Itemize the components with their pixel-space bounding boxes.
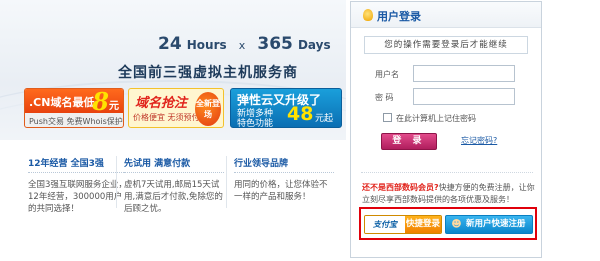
new-user-register-button[interactable]: ☻ 新用户快速注册 — [445, 215, 533, 234]
feature-text: 虚机7天试用,邮局15天试用,满意后才付款,免除您的后顾之忧。 — [124, 180, 223, 214]
quick-login-label: 快捷登录 — [405, 216, 441, 233]
section-divider — [361, 172, 533, 173]
hours-number: 24 — [158, 34, 182, 54]
feature-divider — [116, 156, 117, 208]
new-user-label: 新用户快速注册 — [466, 219, 526, 229]
feature-title: 先试用 满意付款 — [124, 156, 224, 173]
cn-promo-header: .CN域名最低 8 元 — [25, 88, 123, 116]
alipay-quick-login-button[interactable]: 支付宝 快捷登录 — [364, 215, 442, 234]
feature-title: 行业领导品牌 — [234, 156, 334, 173]
feature-trial: 先试用 满意付款 虚机7天试用,邮局15天试用,满意后才付款,免除您的后顾之忧。 — [124, 156, 224, 215]
backorder-title: 域名抢注 — [135, 96, 188, 111]
backorder-subtitle: 价格便宜 无须预付 — [133, 113, 200, 122]
domain-backorder-promo[interactable]: 域名抢注 价格便宜 无须预付 全新登场 — [128, 88, 224, 128]
days-number: 365 — [257, 34, 293, 54]
login-panel: 用户登录 您的操作需要登录后才能继续 用户名 密 码 在此计算机上记住密码 登 … — [350, 1, 542, 258]
feature-brand: 行业领导品牌 用同的价格，让您体验不一样的产品和服务！ — [234, 156, 334, 203]
feature-title: 12年经营 全国3强 — [28, 156, 128, 173]
login-title: 用户登录 — [377, 10, 421, 23]
password-label: 密 码 — [375, 93, 394, 102]
feature-divider — [226, 156, 227, 208]
cloud-upgrade-promo[interactable]: 弹性云又升级了 新增多种 特色功能 48 元起 — [230, 88, 342, 128]
cn-promo-title: .CN域名最低 — [29, 96, 95, 109]
login-header: 用户登录 — [351, 2, 541, 28]
username-label: 用户名 — [375, 70, 399, 79]
lightbulb-icon — [363, 9, 373, 21]
register-prompt: 还不是西部数码会员?快捷方便的免费注册，让你立刻尽享西部数码提供的各项优惠及服务… — [362, 182, 538, 206]
hours-word: Hours — [186, 38, 227, 52]
remember-label: 在此计算机上记住密码 — [396, 114, 476, 123]
uptime-slogan: 24 Hours x 365 Days — [158, 34, 346, 54]
cloud-promo-line2: 特色功能 — [237, 119, 274, 128]
main-slogan: 全国前三强虚拟主机服务商 — [118, 65, 298, 81]
forgot-password-link[interactable]: 忘记密码? — [461, 135, 497, 146]
cn-promo-price: 8 — [92, 88, 109, 116]
login-required-notice: 您的操作需要登录后才能继续 — [364, 36, 528, 54]
new-badge: 全新登场 — [195, 92, 221, 126]
login-button[interactable]: 登 录 — [381, 133, 437, 150]
quick-actions-box: 支付宝 快捷登录 ☻ 新用户快速注册 — [359, 207, 537, 240]
feature-experience: 12年经营 全国3强 全国3强互联网服务企业，12年经营，300000用户的共同… — [28, 156, 128, 215]
remember-password[interactable]: 在此计算机上记住密码 — [383, 113, 476, 124]
cloud-promo-price: 48 — [287, 103, 314, 125]
promo-banner: 24 Hours x 365 Days 全国前三强虚拟主机服务商 .CN域名最低… — [0, 0, 346, 140]
register-highlight[interactable]: 还不是西部数码会员? — [362, 183, 439, 192]
feature-text: 全国3强互联网服务企业，12年经营，300000用户的共同选择！ — [28, 180, 127, 214]
password-input[interactable] — [413, 88, 515, 105]
cloud-promo-unit: 元起 — [315, 114, 334, 124]
remember-checkbox[interactable] — [383, 113, 392, 122]
cn-promo-unit: 元 — [109, 101, 119, 112]
times-sign: x — [238, 39, 246, 52]
username-input[interactable] — [413, 65, 515, 82]
days-word: Days — [297, 38, 331, 52]
feature-text: 用同的价格，让您体验不一样的产品和服务！ — [234, 180, 328, 202]
alipay-logo: 支付宝 — [365, 216, 405, 233]
cn-domain-promo[interactable]: .CN域名最低 8 元 Push交易 免费Whois保护 — [24, 88, 124, 128]
user-icon: ☻ — [451, 219, 462, 230]
